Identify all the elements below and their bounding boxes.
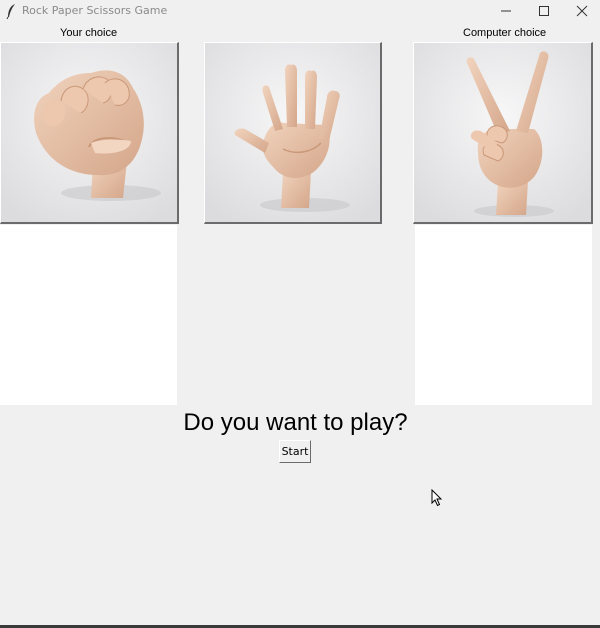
close-button[interactable] xyxy=(563,0,600,22)
mouse-cursor-icon xyxy=(431,489,443,507)
paper-button[interactable] xyxy=(204,42,382,224)
maximize-icon xyxy=(539,6,549,16)
your-choice-label: Your choice xyxy=(60,27,118,39)
scissors-button[interactable] xyxy=(413,42,593,224)
title-bar: Rock Paper Scissors Game xyxy=(0,0,600,22)
open-hand-image xyxy=(205,43,380,222)
rock-button[interactable] xyxy=(0,42,179,224)
computer-choice-panel xyxy=(415,225,592,405)
fist-hand-image xyxy=(1,43,177,222)
minimize-button[interactable] xyxy=(487,0,525,22)
close-icon xyxy=(576,5,588,17)
minimize-icon xyxy=(501,10,511,12)
computer-choice-label: Computer choice xyxy=(463,27,547,39)
feather-icon xyxy=(6,4,15,19)
play-prompt: Do you want to play? xyxy=(183,409,408,436)
player-choice-panel xyxy=(0,225,177,405)
maximize-button[interactable] xyxy=(525,0,563,22)
window-title: Rock Paper Scissors Game xyxy=(22,4,168,17)
peace-sign-hand-image xyxy=(414,43,591,222)
start-button[interactable]: Start xyxy=(279,440,311,463)
